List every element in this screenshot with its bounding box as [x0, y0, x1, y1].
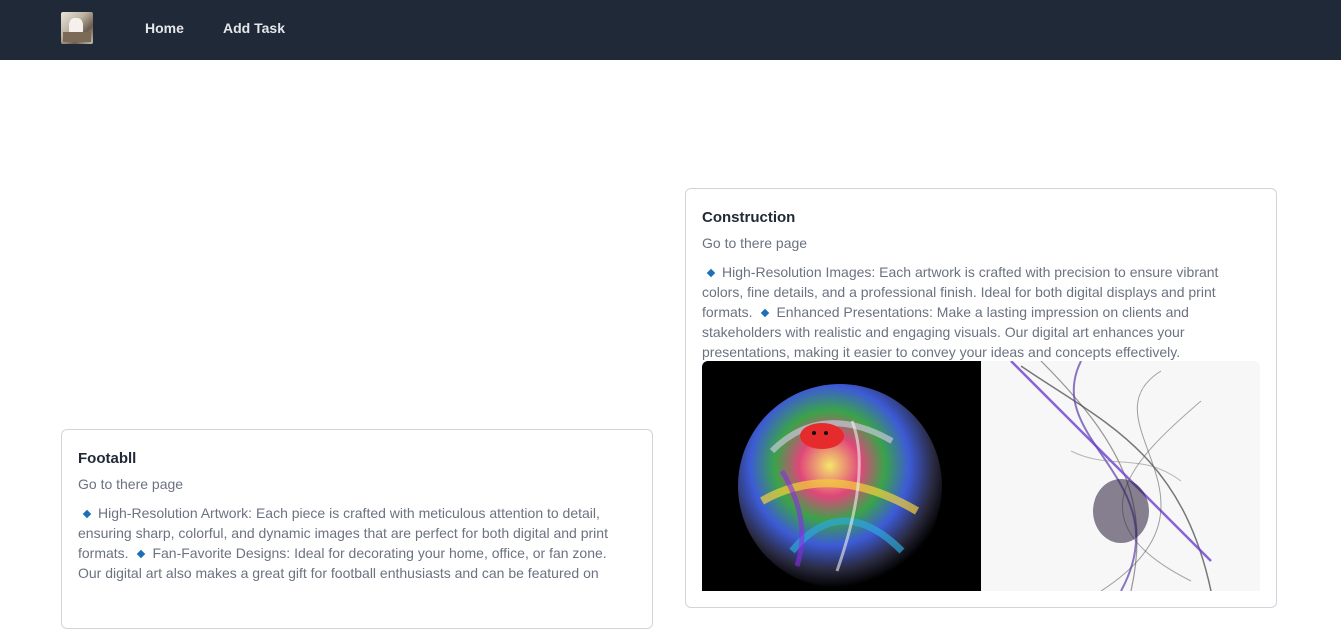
card-football: Footabll Go to there page High-Resolutio…: [61, 429, 653, 629]
description-part: Enhanced Presentations: Make a lasting i…: [702, 304, 1189, 360]
artwork-image-sphere: [702, 361, 981, 591]
bullet-diamond-icon: [82, 509, 92, 519]
card-page-link[interactable]: Go to there page: [78, 476, 183, 492]
card-title: Footabll: [78, 450, 137, 467]
top-navbar: Home Add Task: [0, 0, 1341, 60]
nav-add-task-link[interactable]: Add Task: [223, 19, 285, 37]
artwork-image-abstract: [981, 361, 1260, 591]
nav-home-link[interactable]: Home: [145, 19, 184, 37]
card-description: High-Resolution Images: Each artwork is …: [702, 262, 1242, 362]
bullet-diamond-icon: [137, 549, 146, 559]
card-construction: Construction Go to there page High-Resol…: [685, 188, 1277, 608]
bullet-diamond-icon: [706, 268, 716, 278]
card-page-link[interactable]: Go to there page: [702, 235, 807, 251]
card-title: Construction: [702, 209, 796, 226]
bullet-diamond-icon: [761, 308, 770, 318]
description-part: Fan-Favorite Designs: Ideal for decorati…: [78, 545, 607, 581]
card-description: High-Resolution Artwork: Each piece is c…: [78, 503, 628, 583]
logo-image[interactable]: [61, 12, 93, 44]
